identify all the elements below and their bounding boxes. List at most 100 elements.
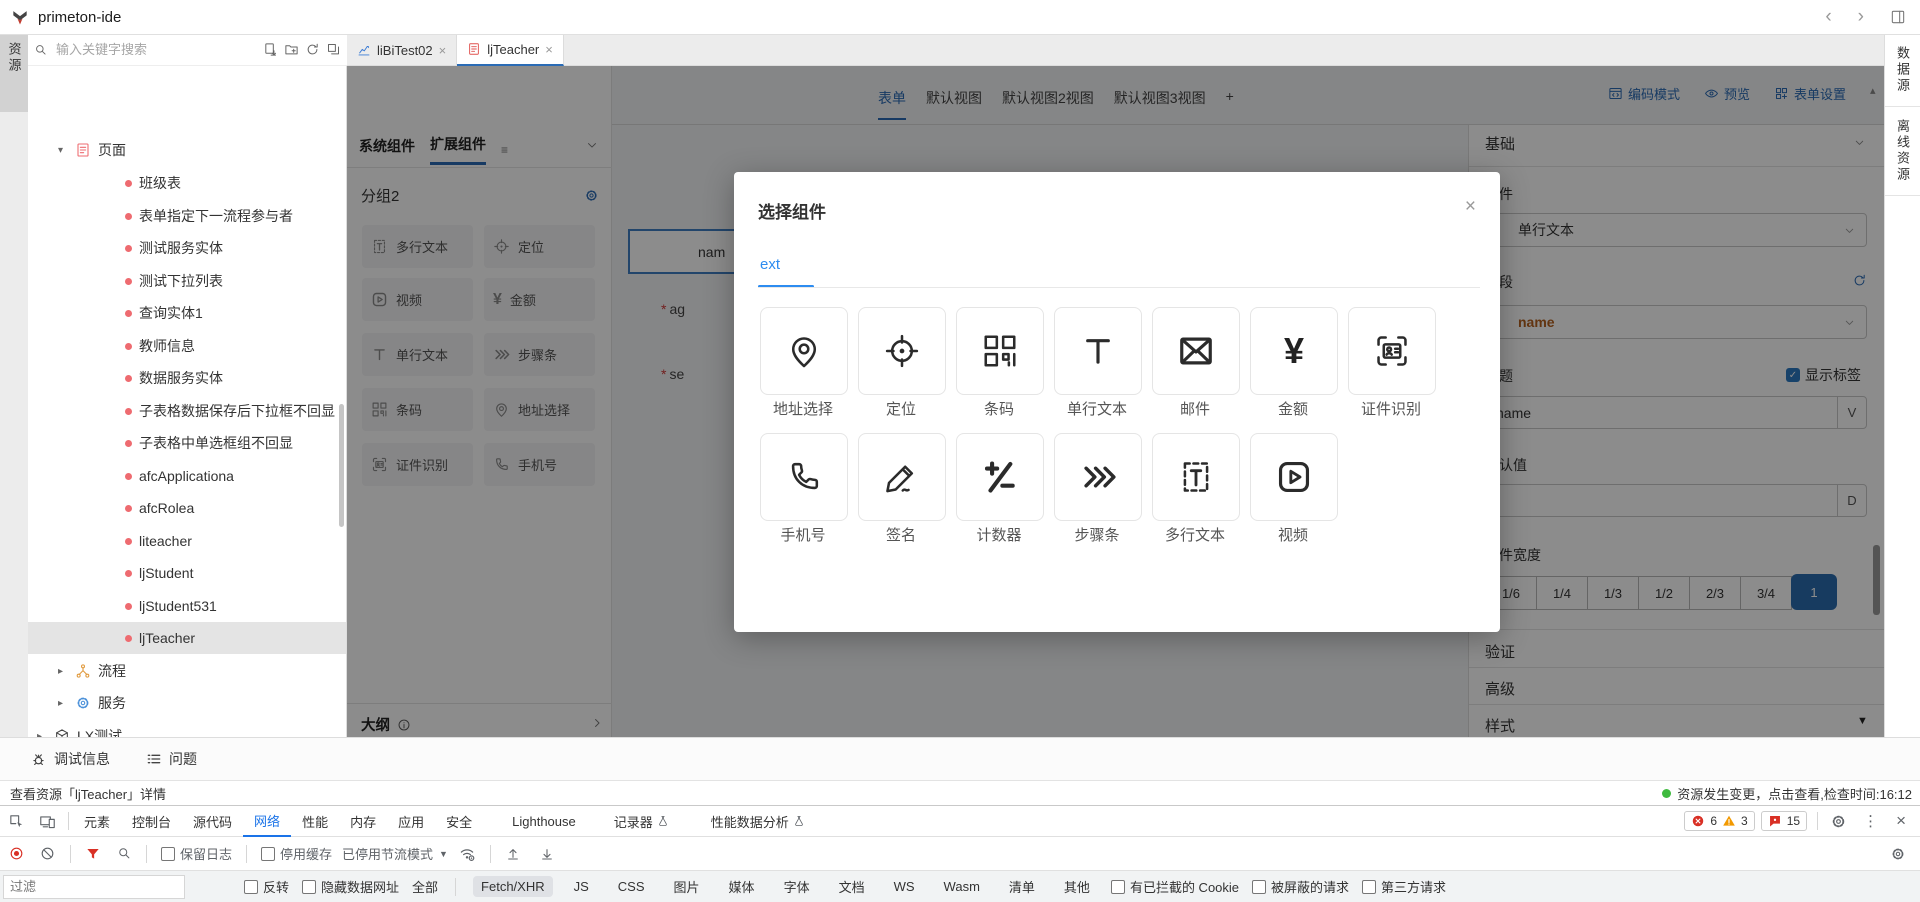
component-multiline[interactable] bbox=[1152, 433, 1240, 521]
filter-img[interactable]: 图片 bbox=[666, 874, 708, 899]
devtools-tab-recorder[interactable]: 记录器 bbox=[603, 806, 680, 837]
component-amount[interactable]: ¥ bbox=[1250, 307, 1338, 395]
devtools-tab-lighthouse[interactable]: Lighthouse bbox=[501, 806, 587, 837]
throttling-select[interactable]: 已停用节流模式▼ bbox=[342, 844, 448, 863]
component-address[interactable] bbox=[760, 307, 848, 395]
expand-arrow-icon[interactable]: ▾ bbox=[58, 145, 68, 156]
devtools-tab-application[interactable]: 应用 bbox=[387, 806, 435, 837]
datasource-strip-tab[interactable]: 数据源 bbox=[1885, 34, 1920, 107]
blocked-cookies-checkbox[interactable]: 有已拦截的 Cookie bbox=[1111, 877, 1239, 896]
component-singleline[interactable] bbox=[1054, 307, 1142, 395]
component-phone[interactable] bbox=[760, 433, 848, 521]
tree-item-selected[interactable]: ljTeacher bbox=[28, 622, 346, 654]
filter-icon[interactable] bbox=[85, 846, 101, 862]
tree-item[interactable]: 查询实体1 bbox=[28, 297, 346, 329]
tree-item[interactable]: 表单指定下一流程参与者 bbox=[28, 200, 346, 232]
tree-item[interactable]: ljStudent531 bbox=[28, 590, 346, 622]
editor-tab-ljteacher[interactable]: ljTeacher × bbox=[457, 34, 564, 66]
devtools-tab-memory[interactable]: 内存 bbox=[339, 806, 387, 837]
filter-doc[interactable]: 文档 bbox=[831, 874, 873, 899]
tree-item[interactable]: afcApplicationa bbox=[28, 460, 346, 492]
close-tab-icon[interactable]: × bbox=[439, 43, 447, 58]
tree-item[interactable]: afcRolea bbox=[28, 492, 346, 524]
devtools-tab-perf-insights[interactable]: 性能数据分析 bbox=[700, 806, 816, 837]
console-badges[interactable]: 6 3 bbox=[1684, 811, 1754, 831]
component-mail[interactable] bbox=[1152, 307, 1240, 395]
device-toolbar-icon[interactable] bbox=[39, 813, 56, 830]
tree-item[interactable]: 数据服务实体 bbox=[28, 362, 346, 394]
preserve-log-checkbox[interactable]: 保留日志 bbox=[161, 844, 232, 863]
problems-tab[interactable]: 问题 bbox=[146, 749, 197, 769]
tree-item[interactable]: 教师信息 bbox=[28, 330, 346, 362]
devtools-settings-icon[interactable] bbox=[1830, 813, 1847, 830]
devtools-tab-sources[interactable]: 源代码 bbox=[182, 806, 243, 837]
tree-item[interactable]: liteacher bbox=[28, 525, 346, 557]
collapse-arrow-icon[interactable]: ▸ bbox=[58, 698, 68, 709]
component-steps[interactable] bbox=[1054, 433, 1142, 521]
devtools-tab-elements[interactable]: 元素 bbox=[73, 806, 121, 837]
devtools-close-icon[interactable]: × bbox=[1896, 811, 1906, 831]
filter-font[interactable]: 字体 bbox=[776, 874, 818, 899]
devtools-tab-network[interactable]: 网络 bbox=[243, 806, 291, 837]
export-har-icon[interactable] bbox=[539, 846, 555, 862]
filter-media[interactable]: 媒体 bbox=[721, 874, 763, 899]
debug-info-tab[interactable]: 调试信息 bbox=[30, 749, 110, 769]
collapse-arrow-icon[interactable]: ▸ bbox=[58, 666, 68, 677]
component-barcode[interactable] bbox=[956, 307, 1044, 395]
filter-manifest[interactable]: 清单 bbox=[1001, 874, 1043, 899]
import-har-icon[interactable] bbox=[505, 846, 521, 862]
filter-ws[interactable]: WS bbox=[886, 876, 923, 897]
filter-other[interactable]: 其他 bbox=[1056, 874, 1098, 899]
issues-badge[interactable]: 15 bbox=[1761, 811, 1807, 831]
filter-wasm[interactable]: Wasm bbox=[936, 876, 988, 897]
network-settings-icon[interactable] bbox=[1890, 846, 1906, 862]
disable-cache-checkbox[interactable]: 停用缓存 bbox=[261, 844, 332, 863]
close-icon[interactable]: × bbox=[1465, 196, 1476, 218]
toggle-panel-icon[interactable] bbox=[1890, 9, 1906, 25]
network-filter-input[interactable] bbox=[3, 875, 185, 899]
tree-item[interactable]: 测试服务实体 bbox=[28, 232, 346, 264]
component-signature[interactable] bbox=[858, 433, 946, 521]
search-icon[interactable] bbox=[117, 846, 132, 861]
component-idcard[interactable] bbox=[1348, 307, 1436, 395]
import-resource-icon[interactable] bbox=[263, 42, 278, 57]
tab-ext[interactable]: ext bbox=[760, 256, 780, 273]
devtools-tab-security[interactable]: 安全 bbox=[435, 806, 483, 837]
nav-forward-icon[interactable]: › bbox=[1858, 6, 1864, 28]
collapse-all-icon[interactable] bbox=[326, 42, 341, 57]
filter-js[interactable]: JS bbox=[566, 876, 597, 897]
tree-root-lx[interactable]: ▸ LX测试 bbox=[28, 720, 346, 737]
tree-item[interactable]: 班级表 bbox=[28, 167, 346, 199]
third-party-checkbox[interactable]: 第三方请求 bbox=[1362, 877, 1446, 896]
component-locate[interactable] bbox=[858, 307, 946, 395]
devtools-tab-console[interactable]: 控制台 bbox=[121, 806, 182, 837]
tree-item[interactable]: 子表格中单选框组不回显 bbox=[28, 427, 346, 459]
sidebar-scrollbar[interactable] bbox=[339, 404, 344, 527]
network-conditions-icon[interactable] bbox=[458, 845, 476, 863]
offline-resources-strip-tab[interactable]: 离线资源 bbox=[1885, 107, 1920, 196]
tree-item[interactable]: 子表格数据保存后下拉框不回显 bbox=[28, 395, 346, 427]
status-right-text[interactable]: 资源发生变更，点击查看,检查时间:16:12 bbox=[1677, 784, 1912, 803]
hide-data-urls-checkbox[interactable]: 隐藏数据网址 bbox=[302, 877, 399, 896]
component-counter[interactable] bbox=[956, 433, 1044, 521]
inspect-icon[interactable] bbox=[8, 813, 25, 830]
tree-item[interactable]: ljStudent bbox=[28, 557, 346, 589]
tree-folder-services[interactable]: ▸ 服务 bbox=[28, 687, 346, 719]
resources-strip-tab[interactable]: 资源 bbox=[0, 34, 28, 112]
editor-tab-libitest02[interactable]: liBiTest02 × bbox=[347, 34, 457, 66]
component-video[interactable] bbox=[1250, 433, 1338, 521]
tree-folder-flow[interactable]: ▸ 流程 bbox=[28, 655, 346, 687]
nav-back-icon[interactable]: ‹ bbox=[1825, 6, 1831, 28]
devtools-tab-performance[interactable]: 性能 bbox=[291, 806, 339, 837]
record-icon[interactable] bbox=[8, 845, 25, 862]
tree-folder-pages[interactable]: ▾ 页面 bbox=[28, 134, 346, 166]
filter-all[interactable]: 全部 bbox=[412, 877, 438, 896]
filter-fetch-xhr[interactable]: Fetch/XHR bbox=[473, 876, 553, 897]
refresh-icon[interactable] bbox=[305, 42, 320, 57]
clear-icon[interactable] bbox=[39, 845, 56, 862]
new-folder-icon[interactable] bbox=[284, 42, 299, 57]
tree-item[interactable]: 测试下拉列表 bbox=[28, 265, 346, 297]
status-left-text[interactable]: 查看资源「ljTeacher」详情 bbox=[10, 784, 166, 803]
invert-checkbox[interactable]: 反转 bbox=[244, 877, 289, 896]
search-input[interactable] bbox=[54, 41, 257, 58]
